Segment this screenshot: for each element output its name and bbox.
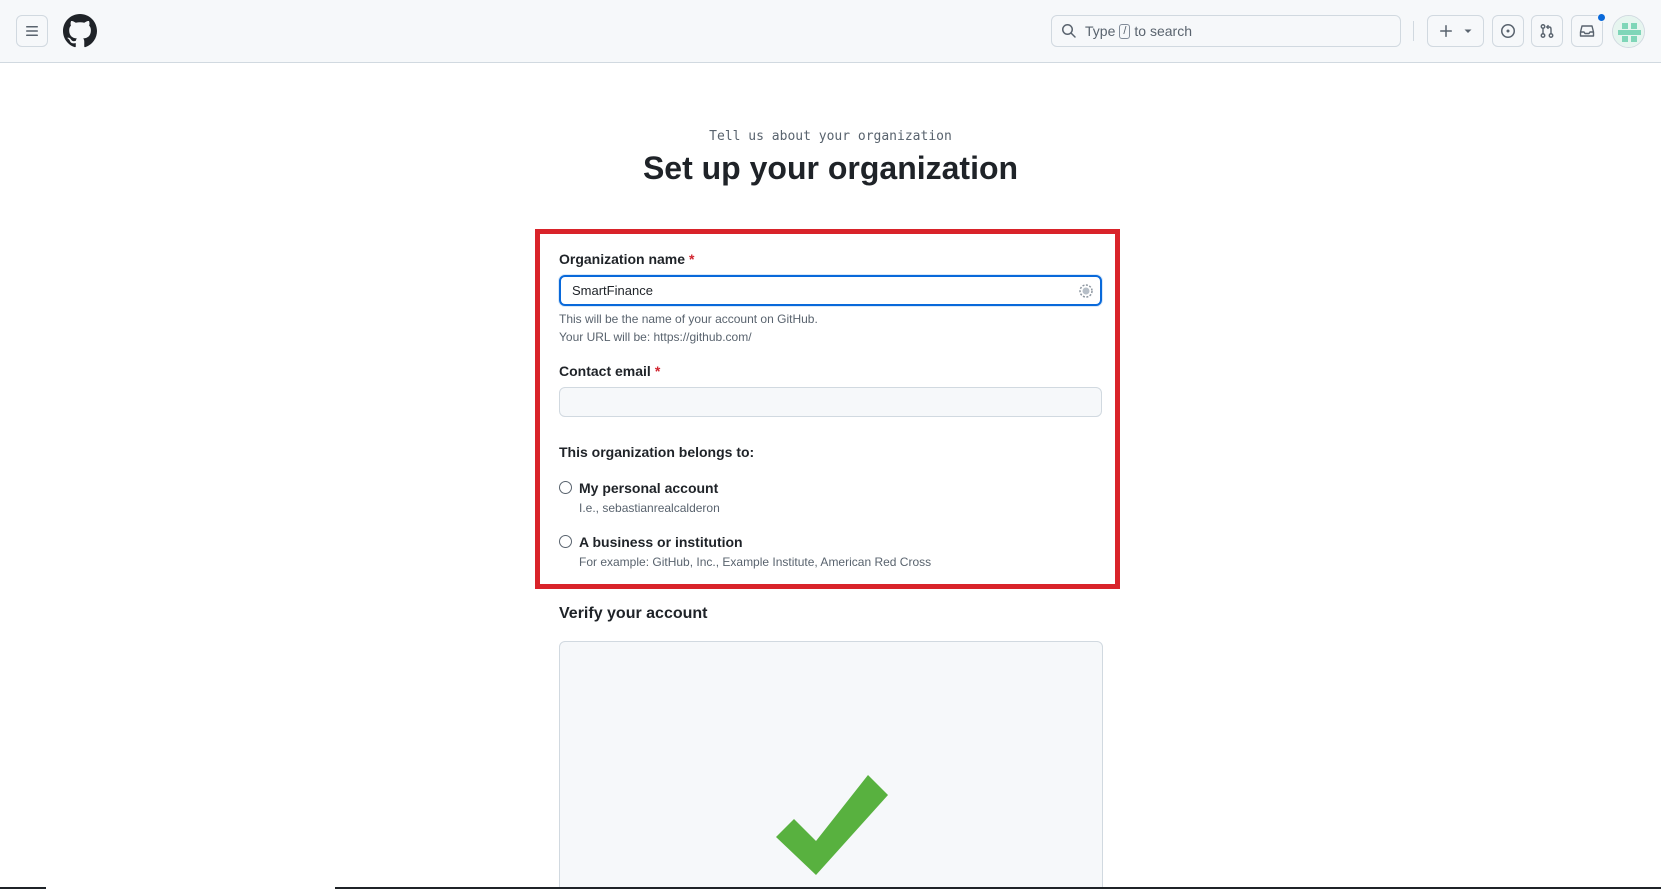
business-label[interactable]: A business or institution xyxy=(579,534,743,550)
org-name-label-text: Organization name xyxy=(559,251,686,267)
required-mark: * xyxy=(654,363,661,379)
plus-icon xyxy=(1440,25,1453,37)
triangle-down-icon xyxy=(1464,29,1472,33)
org-name-hint: This will be the name of your account on… xyxy=(559,312,818,326)
belongs-to-label: This organization belongs to: xyxy=(559,444,755,460)
personal-account-label[interactable]: My personal account xyxy=(579,480,718,496)
personal-account-radio[interactable] xyxy=(559,481,572,494)
verify-account-heading: Verify your account xyxy=(559,605,708,622)
search-shortcut-key: / xyxy=(1119,23,1131,39)
page-subtitle: Tell us about your organization xyxy=(709,129,952,144)
create-new-button[interactable] xyxy=(1427,15,1484,47)
org-url-hint: Your URL will be: https://github.com/ xyxy=(559,330,752,344)
contact-email-field[interactable] xyxy=(559,387,1102,417)
loading-spinner-icon xyxy=(1079,284,1093,298)
github-logo-icon[interactable] xyxy=(63,14,97,48)
search-placeholder: Type / to search xyxy=(1085,23,1192,39)
page-title: Set up your organization xyxy=(642,150,1019,186)
search-input[interactable]: Type / to search xyxy=(1051,15,1401,47)
org-name-value: SmartFinance xyxy=(572,283,653,298)
pull-requests-button[interactable] xyxy=(1531,15,1563,47)
search-suffix: to search xyxy=(1134,23,1193,39)
business-hint: For example: GitHub, Inc., Example Insti… xyxy=(579,555,932,569)
contact-email-label: Contact email * xyxy=(559,363,660,379)
identicon-avatar-icon xyxy=(1613,16,1644,47)
required-mark: * xyxy=(689,251,695,267)
contact-email-label-text: Contact email xyxy=(559,363,651,379)
inbox-icon xyxy=(1579,25,1595,37)
issues-button[interactable] xyxy=(1492,15,1524,47)
org-name-input[interactable]: SmartFinance xyxy=(559,275,1102,306)
issue-opened-icon xyxy=(1501,24,1515,38)
menu-button[interactable] xyxy=(16,15,48,47)
search-prefix: Type xyxy=(1085,23,1116,39)
hamburger-icon xyxy=(26,26,38,36)
header-divider xyxy=(1413,21,1414,41)
checkmark-icon xyxy=(776,775,888,875)
top-header: Type / to search xyxy=(0,0,1661,63)
personal-account-hint: I.e., sebastianrealcalderon xyxy=(579,501,720,515)
git-pull-request-icon xyxy=(1540,24,1554,38)
org-name-label: Organization name * xyxy=(559,251,694,267)
search-icon xyxy=(1062,24,1076,38)
avatar[interactable] xyxy=(1612,15,1645,48)
business-radio[interactable] xyxy=(559,535,572,548)
notification-indicator xyxy=(1597,13,1606,22)
